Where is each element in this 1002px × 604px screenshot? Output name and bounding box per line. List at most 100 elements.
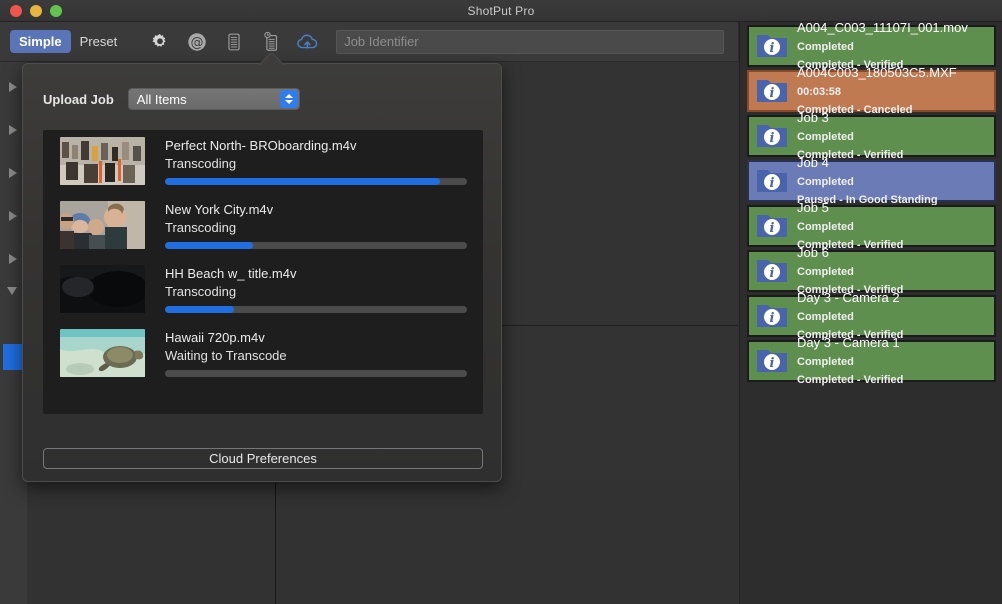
job-line2: Completed (797, 356, 854, 368)
list-item[interactable]: Perfect North- BROboarding.m4v Transcodi… (43, 130, 483, 194)
info-folder-icon: i (755, 346, 789, 376)
thumbnail-dark-beach-night (60, 265, 145, 313)
tab-preset[interactable]: Preset (71, 30, 127, 53)
thumbnail-people-street-portrait (60, 201, 145, 249)
mode-segmented-control: Simple Preset (10, 30, 126, 53)
file-status: Transcoding (165, 154, 467, 173)
disclosure-arrow-5[interactable] (9, 254, 17, 264)
svg-text:i: i (770, 311, 775, 326)
progress-bar (165, 370, 467, 377)
disclosure-arrow-6[interactable] (7, 287, 17, 295)
progress-fill (165, 178, 440, 185)
progress-bar (165, 242, 467, 249)
scheduled-document-icon[interactable] (259, 30, 283, 54)
cloud-upload-icon[interactable] (296, 30, 320, 54)
progress-bar (165, 306, 467, 313)
info-folder-icon: i (755, 76, 789, 106)
job-line2: 00:03:58 (797, 86, 841, 98)
svg-text:i: i (770, 41, 775, 56)
traffic-lights (10, 5, 62, 17)
job-line2: Completed (797, 41, 854, 53)
file-name: Hawaii 720p.m4v (165, 329, 467, 346)
table-row[interactable]: i Job 5 Completed Completed - Verified (747, 205, 996, 247)
workspace-vertical-divider (275, 480, 276, 604)
table-row[interactable]: i Job 6 Completed Completed - Verified (747, 250, 996, 292)
job-title: Job 4 (797, 155, 829, 170)
svg-text:@: @ (191, 35, 204, 50)
info-folder-icon: i (755, 31, 789, 61)
svg-text:i: i (770, 86, 775, 101)
progress-fill (165, 242, 253, 249)
window-title: ShotPut Pro (468, 4, 535, 18)
file-name: HH Beach w_ title.m4v (165, 265, 467, 282)
gear-icon[interactable] (148, 30, 172, 54)
svg-text:i: i (770, 176, 775, 191)
cloud-upload-popover: Upload Job All Items (22, 63, 502, 482)
upload-job-select[interactable]: All Items (128, 88, 300, 110)
file-info: New York City.m4v Transcoding (145, 201, 483, 258)
info-folder-icon: i (755, 121, 789, 151)
file-info: Perfect North- BROboarding.m4v Transcodi… (145, 137, 483, 194)
list-item[interactable]: Hawaii 720p.m4v Waiting to Transcode (43, 322, 483, 386)
svg-text:i: i (770, 356, 775, 371)
svg-text:i: i (770, 131, 775, 146)
cloud-preferences-button[interactable]: Cloud Preferences (43, 448, 483, 469)
job-list-panel[interactable]: i A004_C003_11107I_001.mov Completed Com… (739, 22, 1002, 604)
at-icon[interactable]: @ (185, 30, 209, 54)
list-item[interactable]: HH Beach w_ title.m4v Transcoding (43, 258, 483, 322)
upload-file-list[interactable]: Perfect North- BROboarding.m4v Transcodi… (43, 130, 483, 414)
job-line2: Completed (797, 131, 854, 143)
job-title: Job 6 (797, 245, 829, 260)
close-button[interactable] (10, 5, 22, 17)
job-line3: Completed - Verified (797, 374, 903, 386)
job-identifier-input[interactable]: Job Identifier (336, 30, 724, 54)
progress-bar (165, 178, 467, 185)
disclosure-arrow-1[interactable] (9, 82, 17, 92)
table-row[interactable]: i A004_C003_11107I_001.mov Completed Com… (747, 25, 996, 67)
rail-selection-marker[interactable] (3, 344, 22, 370)
job-line2: Completed (797, 311, 854, 323)
disclosure-arrow-3[interactable] (9, 168, 17, 178)
table-row[interactable]: i A004C003_180503C5.MXF 00:03:58 Complet… (747, 70, 996, 112)
svg-text:i: i (770, 221, 775, 236)
job-title: A004_C003_11107I_001.mov (797, 20, 968, 35)
popover-notch (251, 53, 293, 65)
chevron-updown-icon[interactable] (280, 90, 298, 108)
thumbnail-turtle-underwater (60, 329, 145, 377)
upload-job-label: Upload Job (43, 92, 114, 107)
cloud-preferences-label: Cloud Preferences (209, 451, 317, 466)
list-item[interactable]: New York City.m4v Transcoding (43, 194, 483, 258)
table-row[interactable]: i Day 3 - Camera 2 Completed Completed -… (747, 295, 996, 337)
progress-fill (165, 306, 234, 313)
svg-text:i: i (770, 266, 775, 281)
info-folder-icon: i (755, 256, 789, 286)
file-status: Transcoding (165, 218, 467, 237)
job-identifier-placeholder: Job Identifier (344, 34, 418, 49)
app-window: ShotPut Pro Simple Preset @ (0, 0, 1002, 604)
upload-job-row: Upload Job All Items (23, 64, 501, 110)
job-title: Day 3 - Camera 1 (797, 335, 900, 350)
workspace-lower-pane (0, 480, 738, 604)
upload-job-select-value: All Items (129, 92, 187, 107)
job-title: Day 3 - Camera 2 (797, 290, 900, 305)
job-line2: Completed (797, 176, 854, 188)
job-line2: Completed (797, 221, 854, 233)
minimize-button[interactable] (30, 5, 42, 17)
disclosure-arrow-4[interactable] (9, 211, 17, 221)
file-status: Waiting to Transcode (165, 346, 467, 365)
info-folder-icon: i (755, 211, 789, 241)
info-folder-icon: i (755, 166, 789, 196)
table-row[interactable]: i Day 3 - Camera 1 Completed Completed -… (747, 340, 996, 382)
file-name: New York City.m4v (165, 201, 467, 218)
disclosure-arrow-2[interactable] (9, 125, 17, 135)
thumbnail-crowd-ski-slope (60, 137, 145, 185)
file-name: Perfect North- BROboarding.m4v (165, 137, 467, 154)
job-title: A004C003_180503C5.MXF (797, 65, 957, 80)
zoom-button[interactable] (50, 5, 62, 17)
log-document-icon[interactable] (222, 30, 246, 54)
toolbar-icon-group: @ (148, 30, 320, 54)
table-row[interactable]: i Job 3 Completed Completed - Verified (747, 115, 996, 157)
table-row[interactable]: i Job 4 Completed Paused - In Good Stand… (747, 160, 996, 202)
job-line2: Completed (797, 266, 854, 278)
tab-simple[interactable]: Simple (10, 30, 71, 53)
